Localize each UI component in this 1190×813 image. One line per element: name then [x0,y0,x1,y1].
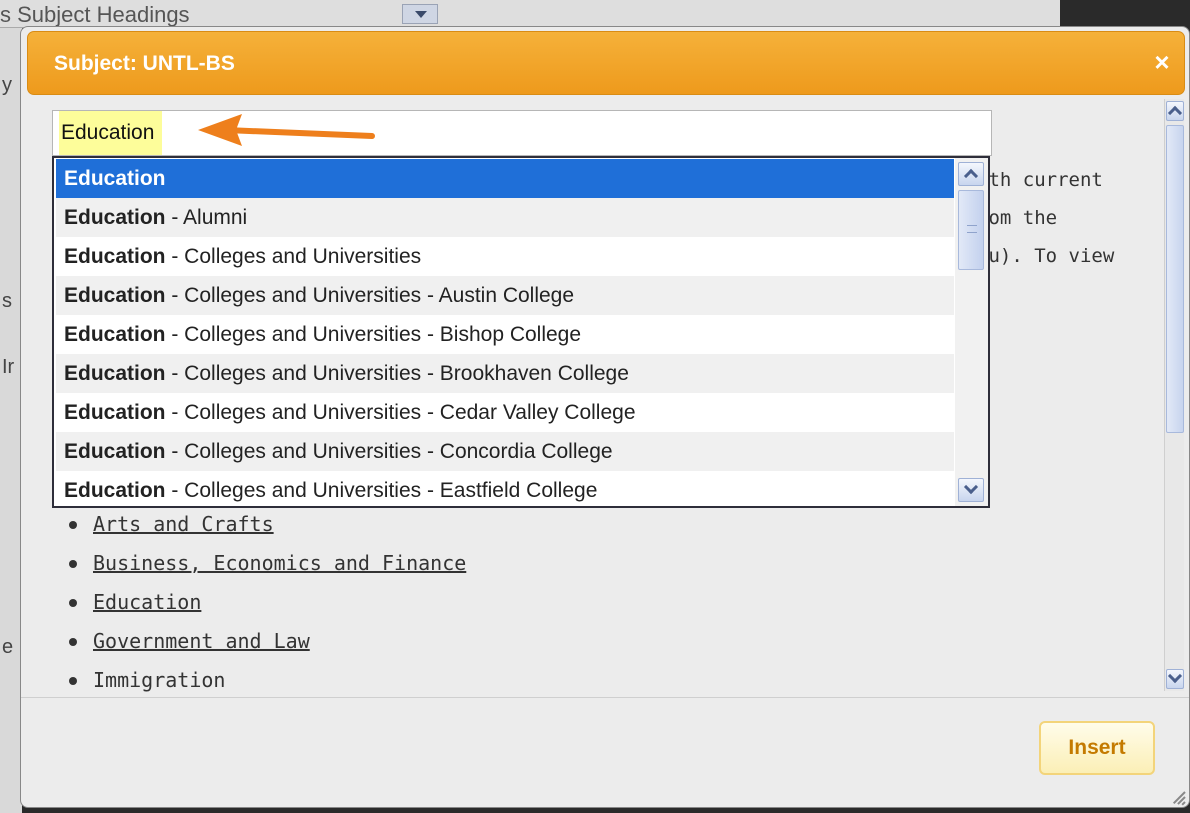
option-detail: - Colleges and Universities - Concordia … [165,440,613,463]
background-dropdown-arrow [402,4,438,24]
chevron-down-icon [963,479,979,495]
category-list: Arts and Crafts Business, Economics and … [63,509,466,697]
option-detail: - Colleges and Universities [165,245,422,268]
list-item: Immigration [63,665,466,697]
list-item: Business, Economics and Finance [63,548,466,587]
screenshot-root: s Subject Headings y s Ir e Subject: UNT… [0,0,1190,813]
chevron-up-icon [963,168,979,184]
option-term: Education [64,245,166,268]
dropdown-scroll-up-button[interactable] [958,162,984,186]
dropdown-scrollbar-thumb[interactable] [958,190,984,270]
description-line: rom the [977,207,1058,229]
option-term: Education [64,167,166,190]
list-item: Government and Law [63,626,466,665]
autocomplete-option[interactable]: Education - Alumni [56,198,954,237]
resize-grip-icon[interactable] [1167,785,1186,806]
insert-button[interactable]: Insert [1039,721,1155,775]
option-term: Education [64,323,166,346]
chevron-up-icon [1167,105,1183,121]
autocomplete-dropdown[interactable]: Education Education - Alumni Education -… [52,156,990,508]
option-term: Education [64,362,166,385]
description-line: du). To view [977,245,1115,267]
option-term: Education [64,401,166,424]
dialog-description: ith current rom the du). To view [977,161,1114,275]
dropdown-scrollbar[interactable] [955,158,988,506]
subject-search-input[interactable]: Education [52,110,992,156]
scroll-down-button[interactable] [1166,668,1184,689]
option-term: Education [64,206,166,229]
option-detail: - Colleges and Universities - Cedar Vall… [165,401,636,424]
chevron-down-icon [1167,668,1183,684]
annotation-arrow-icon [198,114,375,146]
option-detail: - Colleges and Universities - Austin Col… [165,284,575,307]
description-line: ith current [977,169,1103,191]
background-left-column: y s Ir e [0,28,22,813]
option-term: Education [64,284,166,307]
autocomplete-option[interactable]: Education [56,159,954,198]
autocomplete-option[interactable]: Education - Colleges and Universities - … [56,276,954,315]
option-term: Education [64,479,166,502]
search-input-value: Education [59,111,163,155]
dialog-title: Subject: UNTL-BS [54,52,235,75]
category-link-business[interactable]: Business, Economics and Finance [93,551,466,575]
grip-icon [967,225,977,233]
autocomplete-option[interactable]: Education - Colleges and Universities [56,237,954,276]
list-item: Arts and Crafts [63,509,466,548]
autocomplete-option[interactable]: Education - Colleges and Universities - … [56,393,954,432]
autocomplete-option[interactable]: Education - Colleges and Universities - … [56,432,954,471]
option-term: Education [64,440,166,463]
background-fragment: y [2,74,12,96]
option-detail: - Alumni [165,206,248,229]
background-header-strip: s Subject Headings [0,0,1060,28]
background-strip-label: s Subject Headings [0,2,190,27]
autocomplete-option[interactable]: Education - Colleges and Universities - … [56,354,954,393]
background-fragment: e [2,636,14,658]
list-item: Education [63,587,466,626]
dialog-title-bar[interactable]: Subject: UNTL-BS × [27,31,1185,95]
scrollbar-thumb[interactable] [1166,125,1184,433]
scroll-up-button[interactable] [1166,101,1184,121]
category-link-arts-and-crafts[interactable]: Arts and Crafts [93,512,274,536]
category-immigration: Immigration [93,668,226,692]
close-icon[interactable]: × [1148,48,1176,76]
option-detail: - Colleges and Universities - Bishop Col… [165,323,582,346]
autocomplete-option[interactable]: Education - Colleges and Universities - … [56,315,954,354]
dropdown-scroll-down-button[interactable] [958,478,984,502]
autocomplete-option[interactable]: Education - Colleges and Universities - … [56,471,954,506]
option-detail: - Colleges and Universities - Eastfield … [165,479,598,502]
background-fragment: s [2,290,12,312]
option-detail: - Colleges and Universities - Brookhaven… [165,362,629,385]
footer-divider [21,697,1189,698]
content-scrollbar[interactable] [1164,99,1184,691]
category-link-education[interactable]: Education [93,590,201,614]
category-link-government-and-law[interactable]: Government and Law [93,629,310,653]
background-fragment: Ir [2,356,15,378]
